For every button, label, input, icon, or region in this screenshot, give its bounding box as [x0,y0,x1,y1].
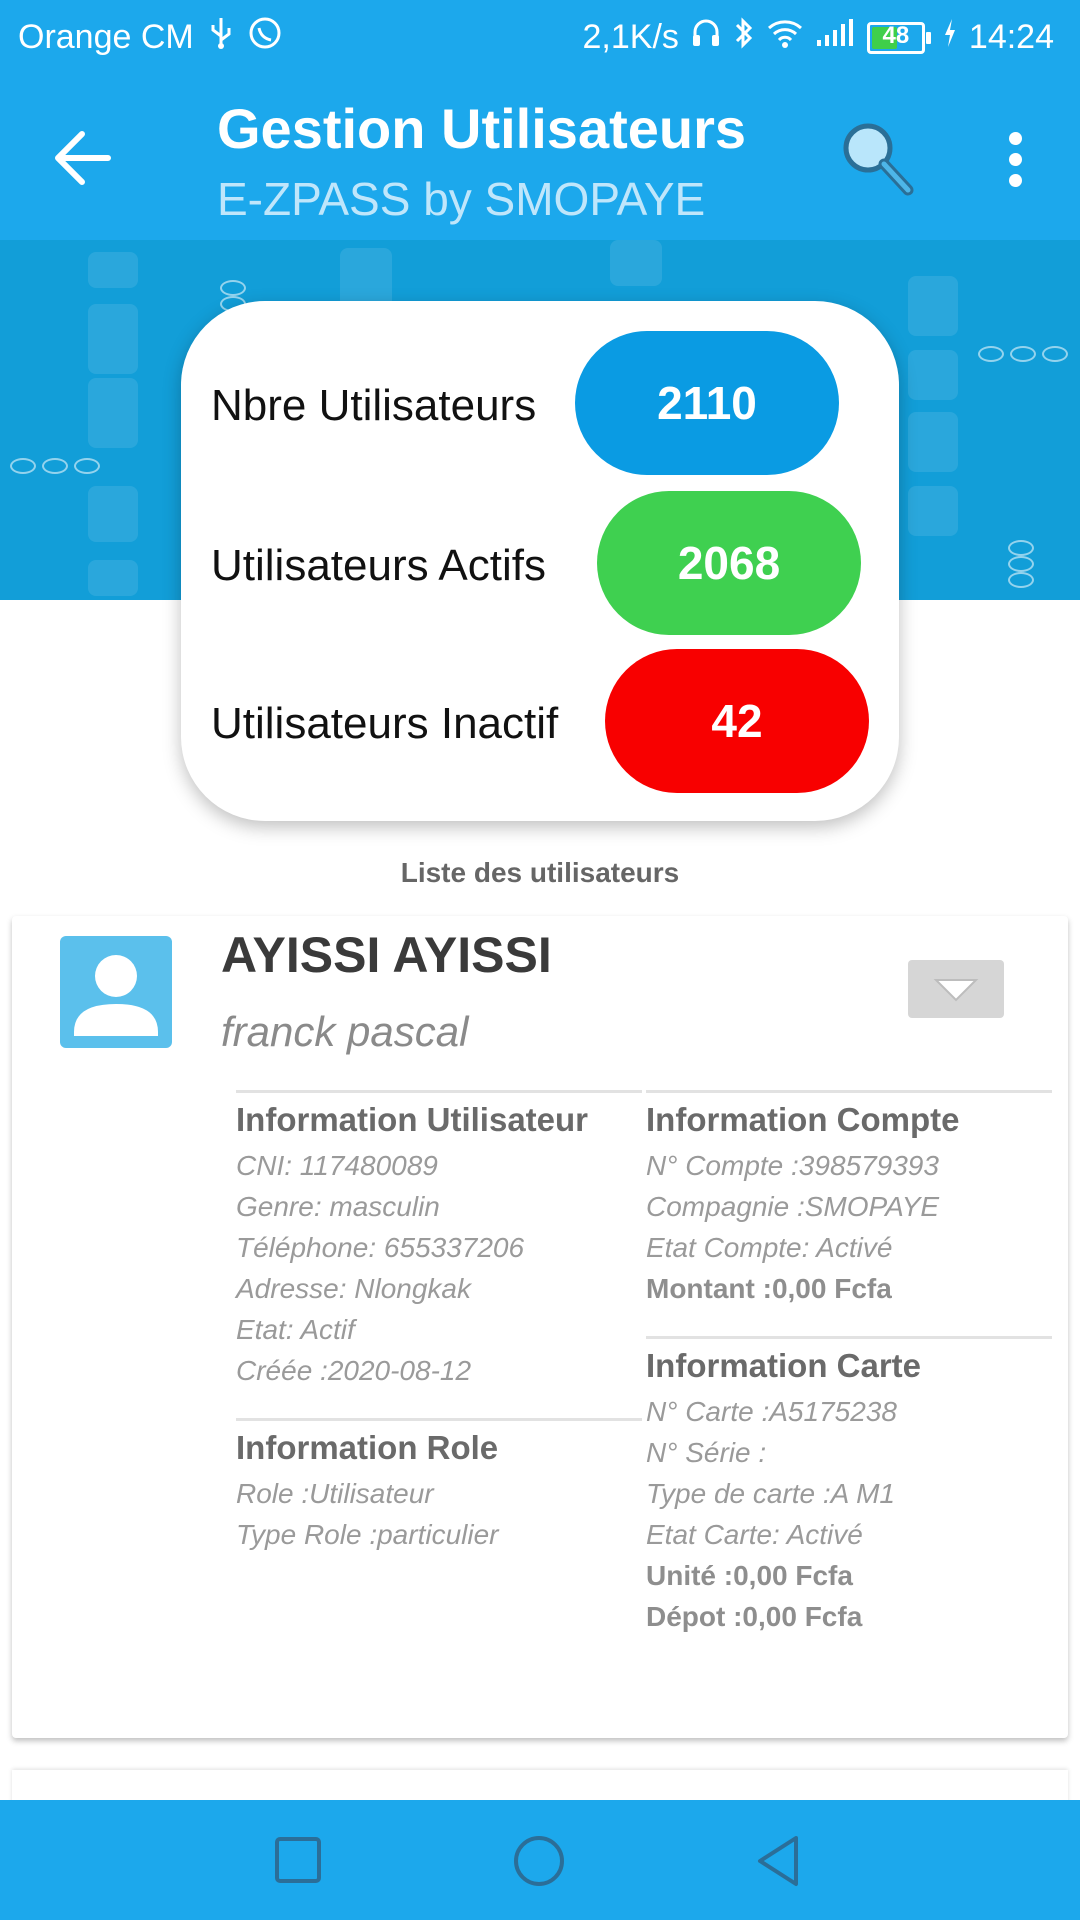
info-user-cni: CNI: 117480089 [236,1150,438,1181]
carrier-label: Orange CM [18,18,194,56]
whatsapp-icon [248,16,282,59]
circle-icon [514,1836,564,1886]
overflow-menu-button[interactable] [990,126,1040,192]
more-vert-icon [990,132,1040,187]
info-card-type: Type de carte :A M1 [646,1478,895,1509]
info-role-type: Type Role :particulier [236,1519,499,1550]
search-icon [843,123,914,196]
info-user-title: Information Utilisateur [236,1101,589,1138]
info-card-block: Information Carte N° Carte :A5175238 N° … [646,1336,1052,1637]
square-icon [275,1837,321,1883]
page-title: Gestion Utilisateurs [217,97,747,160]
stat-value-total: 2110 [575,331,839,475]
list-section-title: Liste des utilisateurs [400,857,680,888]
wifi-icon [767,18,803,57]
usb-icon [208,16,234,59]
battery-icon: 48 [866,21,931,54]
user-first-name: franck pascal [221,1008,469,1055]
info-role-title: Information Role [236,1429,499,1466]
status-left: Orange CM [18,16,282,59]
page-subtitle: E-ZPASS by SMOPAYE [217,173,706,225]
back-nav-button[interactable] [752,1834,806,1888]
info-card-serial: N° Série : [646,1437,767,1468]
battery-percent: 48 [882,21,910,49]
chevron-down-icon [933,979,979,1002]
expand-button[interactable] [908,960,1004,1018]
stat-label-active: Utilisateurs Actifs [211,541,546,590]
stat-label-total: Nbre Utilisateurs [211,381,537,430]
info-card-unit: Unité :0,00 Fcfa [646,1560,853,1591]
info-role-block: Information Role Role :Utilisateur Type … [236,1418,642,1555]
info-account-block: Information Compte N° Compte :398579393 … [646,1090,1052,1309]
info-card-state: Etat Carte: Activé [646,1519,863,1550]
info-account-state: Etat Compte: Activé [646,1232,893,1263]
info-card-deposit: Dépot :0,00 Fcfa [646,1601,863,1632]
stat-value-inactive: 42 [605,649,869,793]
info-role-role: Role :Utilisateur [236,1478,434,1509]
stat-value-active: 2068 [597,491,861,635]
search-button[interactable] [836,118,918,200]
info-user-state: Etat: Actif [236,1314,355,1345]
user-card[interactable]: AYISSI AYISSI franck pascal Information … [12,916,1068,1738]
signal-icon [815,18,855,57]
info-card-number: N° Carte :A5175238 [646,1396,897,1427]
charging-icon [943,18,957,57]
arrow-back-icon [55,131,111,185]
app-toolbar: Gestion Utilisateurs E-ZPASS by SMOPAYE [0,74,1080,240]
info-user-block: Information Utilisateur CNI: 117480089 G… [236,1090,642,1391]
network-speed: 2,1K/s [582,18,679,56]
system-nav-bar [0,1800,1080,1920]
info-account-company: Compagnie :SMOPAYE [646,1191,940,1222]
info-user-genre: Genre: masculin [236,1191,440,1222]
info-card-title: Information Carte [646,1347,922,1384]
status-right: 2,1K/s 48 14:24 [583,16,1054,59]
avatar [60,936,172,1048]
back-button[interactable] [52,128,118,188]
stat-label-inactive: Utilisateurs Inactif [211,699,559,748]
bluetooth-icon [733,16,755,59]
recents-button[interactable] [272,1834,326,1888]
stats-card: Nbre Utilisateurs 2110 Utilisateurs Acti… [181,301,899,821]
person-icon [74,955,158,1036]
info-user-phone: Téléphone: 655337206 [236,1232,525,1263]
home-button[interactable] [512,1834,566,1888]
status-bar: Orange CM 2,1K/s 48 14:24 [0,0,1080,74]
user-last-name: AYISSI AYISSI [221,927,552,983]
triangle-icon [758,1836,798,1886]
info-account-title: Information Compte [646,1101,960,1138]
info-user-address: Adresse: Nlongkak [236,1273,472,1304]
headset-icon [691,17,721,58]
info-user-created: Créée :2020-08-12 [236,1355,472,1386]
clock: 14:24 [968,18,1054,56]
info-account-number: N° Compte :398579393 [646,1150,939,1181]
info-account-amount: Montant :0,00 Fcfa [646,1273,892,1304]
